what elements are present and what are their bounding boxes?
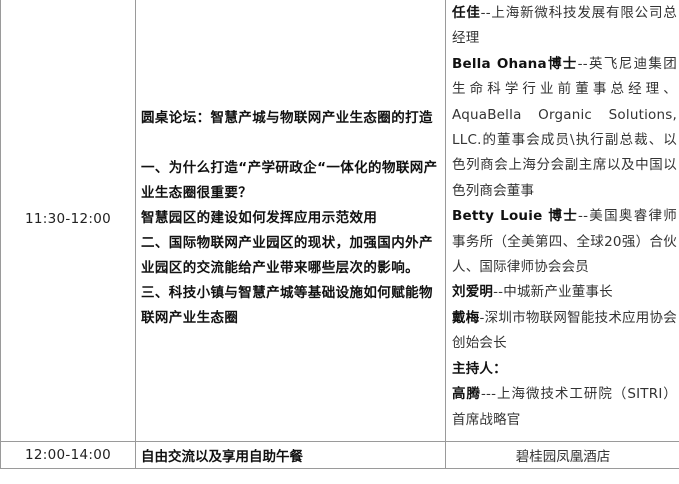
guest-separator: -- [578,208,589,225]
guest-name: 主持人： [452,360,507,377]
agenda-row-roundtable: 11:30-12:00 圆桌论坛：智慧产城与物联网产业生态圈的打造 一、为什么打… [0,0,679,442]
topic-spacer [141,131,438,156]
topic-cell: 自由交流以及享用自助午餐 [135,440,446,469]
guest-title: 深圳市物联网智能技术应用协会创始会长 [452,309,677,352]
topic-item-2: 二、国际物联网产业园区的现状，加强国内外产业园区的交流能给产业带来哪些层次的影响… [141,235,433,277]
moderator-label: 主持人： [452,357,677,382]
time-cell: 11:30-12:00 [0,0,136,442]
topic-item-1: 一、为什么打造“产学研政企“一体化的物联网产业生态圈很重要？ [141,160,438,202]
guest-title: 英飞尼迪集团生命科学行业前董事总经理、AquaBella Organic Sol… [452,55,677,199]
topic-item-3: 三、科技小镇与智慧产城等基础设施如何赋能物联网产业生态圈 [141,285,433,327]
guest-entry: Bella Ohana博士--英飞尼迪集团生命科学行业前董事总经理、AquaBe… [452,52,677,204]
topic-item-1-sub: 智慧园区的建设如何发挥应用示范效用 [141,210,378,227]
agenda-row-lunch: 12:00-14:00 自由交流以及享用自助午餐 碧桂园凤凰酒店 [0,440,679,469]
topic-cell: 圆桌论坛：智慧产城与物联网产业生态圈的打造 一、为什么打造“产学研政企“一体化的… [135,0,446,442]
venue-cell: 碧桂园凤凰酒店 [445,440,679,469]
guest-name: 戴梅 [452,309,480,326]
guest-name: 刘爱明 [452,284,494,301]
guest-separator: -- [577,55,588,72]
guest-entry: 刘爱明--中城新产业董事长 [452,280,677,305]
guest-name: 高腾 [452,386,481,403]
guest-list: 任佳--上海新微科技发展有限公司总经理 Bella Ohana博士--英飞尼迪集… [446,0,679,441]
guest-separator: --- [480,386,497,403]
agenda-table: 11:30-12:00 圆桌论坛：智慧产城与物联网产业生态圈的打造 一、为什么打… [0,0,679,469]
guests-cell: 任佳--上海新微科技发展有限公司总经理 Bella Ohana博士--英飞尼迪集… [445,0,679,442]
guest-name: Bella Ohana博士 [452,55,578,72]
guest-separator: -- [480,5,491,21]
guest-entry: 戴梅-深圳市物联网智能技术应用协会创始会长 [452,306,677,357]
guest-title: 中城新产业董事长 [503,284,613,301]
guest-entry: Betty Louie 博士--美国奥睿律师事务所（全美第四、全球20强）合伙人… [452,204,677,280]
guest-name: Betty Louie 博士 [452,208,579,225]
topic-title: 圆桌论坛：智慧产城与物联网产业生态圈的打造 [141,110,433,127]
time-cell: 12:00-14:00 [0,440,136,469]
guest-entry: 高腾---上海微技术工研院（SITRI）首席战略官 [452,382,677,433]
topic-content: 圆桌论坛：智慧产城与物联网产业生态圈的打造 一、为什么打造“产学研政企“一体化的… [136,106,445,331]
guest-entry: 任佳--上海新微科技发展有限公司总经理 [452,1,677,52]
guest-name: 任佳 [452,5,481,21]
guest-separator: -- [493,284,504,301]
